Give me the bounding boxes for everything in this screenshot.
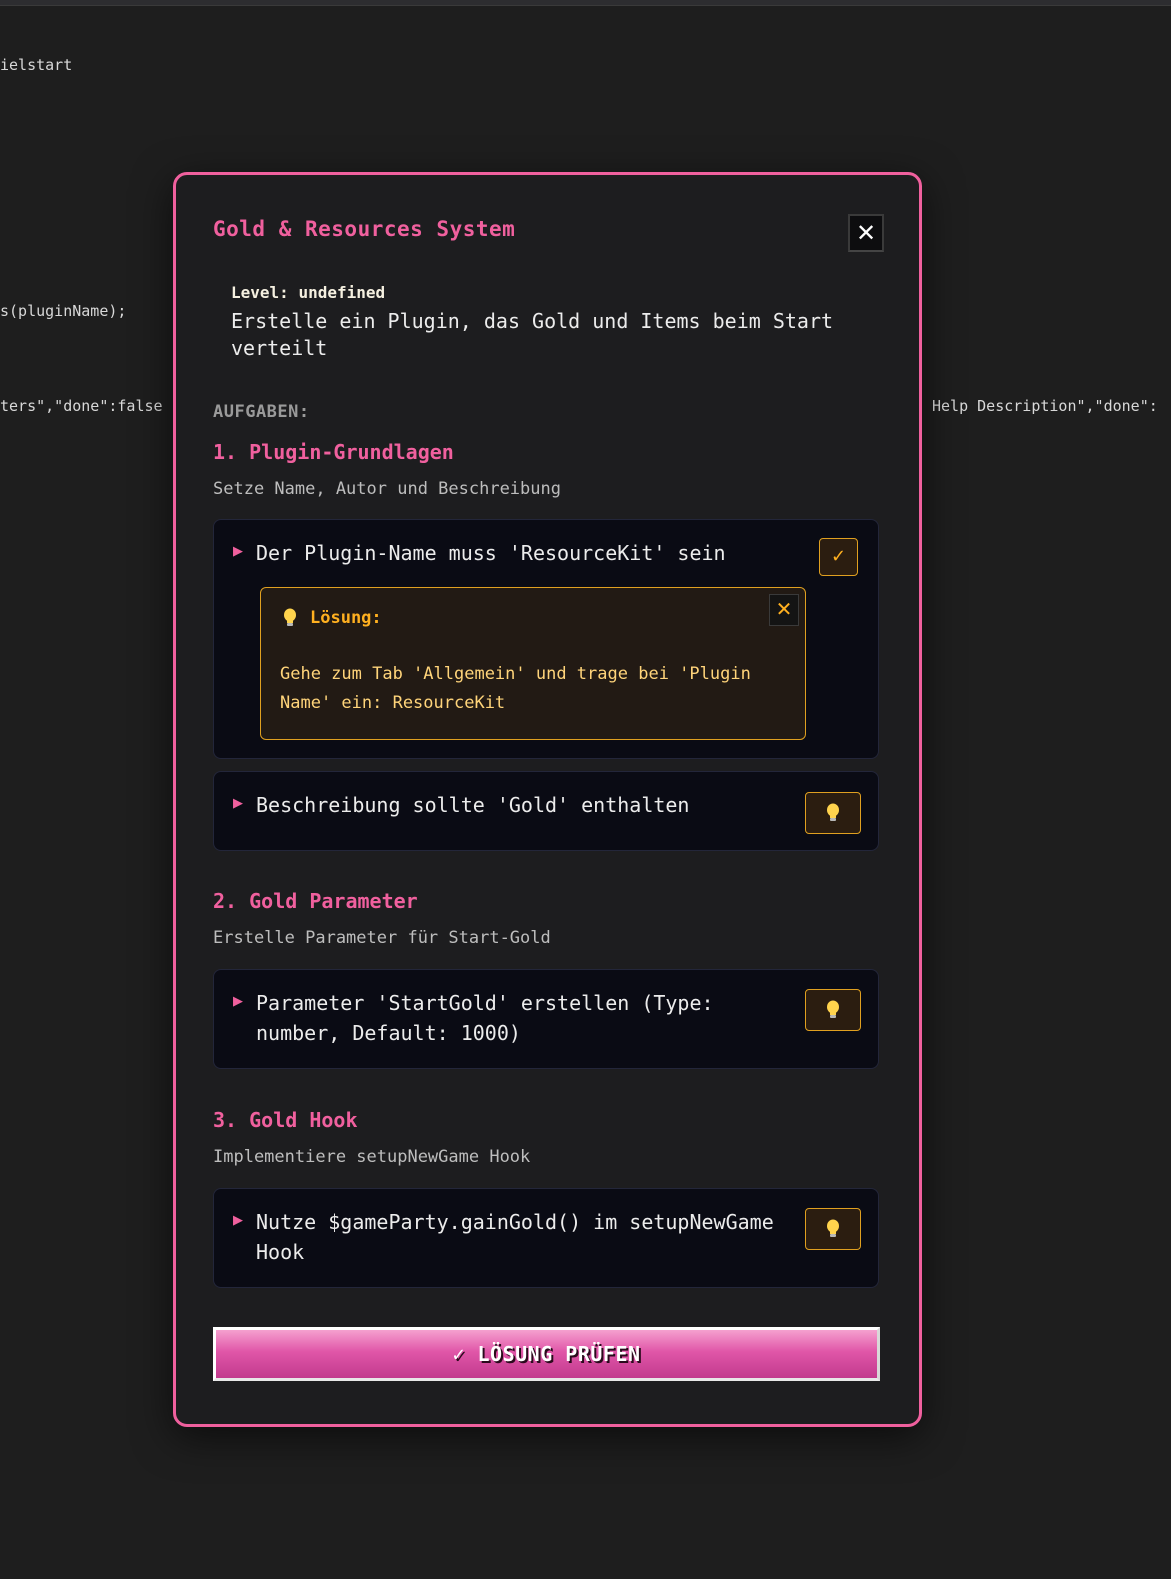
solution-label: Lösung: <box>310 608 382 628</box>
task-row: ▶ Beschreibung sollte 'Gold' enthalten <box>233 790 778 820</box>
section-title: 3. Gold Hook <box>213 1108 358 1132</box>
close-modal-button[interactable]: ✕ <box>848 214 884 252</box>
section-subtitle: Erstelle Parameter für Start-Gold <box>213 928 551 948</box>
hint-button[interactable] <box>805 989 861 1031</box>
task-text: Beschreibung sollte 'Gold' enthalten <box>256 793 690 817</box>
task-row: ▶ Der Plugin-Name muss 'ResourceKit' sei… <box>233 538 778 568</box>
task-text: Nutze $gameParty.gainGold() im setupNewG… <box>256 1210 774 1264</box>
task-text: Parameter 'StartGold' erstellen (Type: n… <box>256 991 714 1045</box>
section-title: 2. Gold Parameter <box>213 889 418 913</box>
level-value: undefined <box>298 283 386 302</box>
lightbulb-icon <box>827 1219 839 1237</box>
lightbulb-icon <box>827 803 839 821</box>
task-intro: Level: undefined Erstelle ein Plugin, da… <box>231 283 871 362</box>
level-label: Level: <box>231 283 289 302</box>
solution-text: Gehe zum Tab 'Allgemein' und trage bei '… <box>280 664 751 713</box>
lightbulb-icon <box>284 608 296 626</box>
task-card: ▶ Der Plugin-Name muss 'ResourceKit' sei… <box>213 519 879 759</box>
task-done-check-button[interactable]: ✓ <box>819 538 858 576</box>
level-line: Level: undefined <box>231 283 871 302</box>
close-icon: ✕ <box>775 597 793 621</box>
task-row: ▶ Nutze $gameParty.gainGold() im setupNe… <box>233 1207 778 1267</box>
modal-title: Gold & Resources System <box>213 217 516 241</box>
task-card: ▶ Nutze $gameParty.gainGold() im setupNe… <box>213 1188 879 1288</box>
hint-button[interactable] <box>805 792 861 834</box>
section-subtitle: Implementiere setupNewGame Hook <box>213 1147 531 1167</box>
hint-button[interactable] <box>805 1208 861 1250</box>
background-code-line: ters","done":false <box>0 397 163 415</box>
solution-box: Lösung: Gehe zum Tab 'Allgemein' und tra… <box>260 587 806 740</box>
arrow-icon: ▶ <box>233 544 243 559</box>
task-modal: Gold & Resources System ✕ Level: undefin… <box>173 172 922 1427</box>
task-card: ▶ Parameter 'StartGold' erstellen (Type:… <box>213 969 879 1069</box>
task-text: Der Plugin-Name muss 'ResourceKit' sein <box>256 541 726 565</box>
solution-header: Lösung: <box>280 607 382 629</box>
close-icon: ✕ <box>855 219 877 247</box>
arrow-icon: ▶ <box>233 994 243 1009</box>
check-icon: ✓ <box>830 546 847 567</box>
check-solution-button[interactable]: ✓ LÖSUNG PRÜFEN <box>213 1327 880 1381</box>
section-subtitle: Setze Name, Autor und Beschreibung <box>213 479 561 499</box>
background-code-line: s(pluginName); <box>0 302 127 320</box>
task-row: ▶ Parameter 'StartGold' erstellen (Type:… <box>233 988 778 1048</box>
arrow-icon: ▶ <box>233 1213 243 1228</box>
arrow-icon: ▶ <box>233 796 243 811</box>
tasks-heading: AUFGABEN: <box>213 402 310 422</box>
editor-top-bar <box>0 0 1171 6</box>
close-solution-button[interactable]: ✕ <box>769 594 799 626</box>
task-description: Erstelle ein Plugin, das Gold und Items … <box>231 309 834 360</box>
task-card: ▶ Beschreibung sollte 'Gold' enthalten <box>213 771 879 851</box>
background-code-line: Help Description","done": <box>932 397 1158 415</box>
background-code-line: ielstart <box>0 56 73 74</box>
section-title: 1. Plugin-Grundlagen <box>213 440 454 464</box>
lightbulb-icon <box>827 1000 839 1018</box>
